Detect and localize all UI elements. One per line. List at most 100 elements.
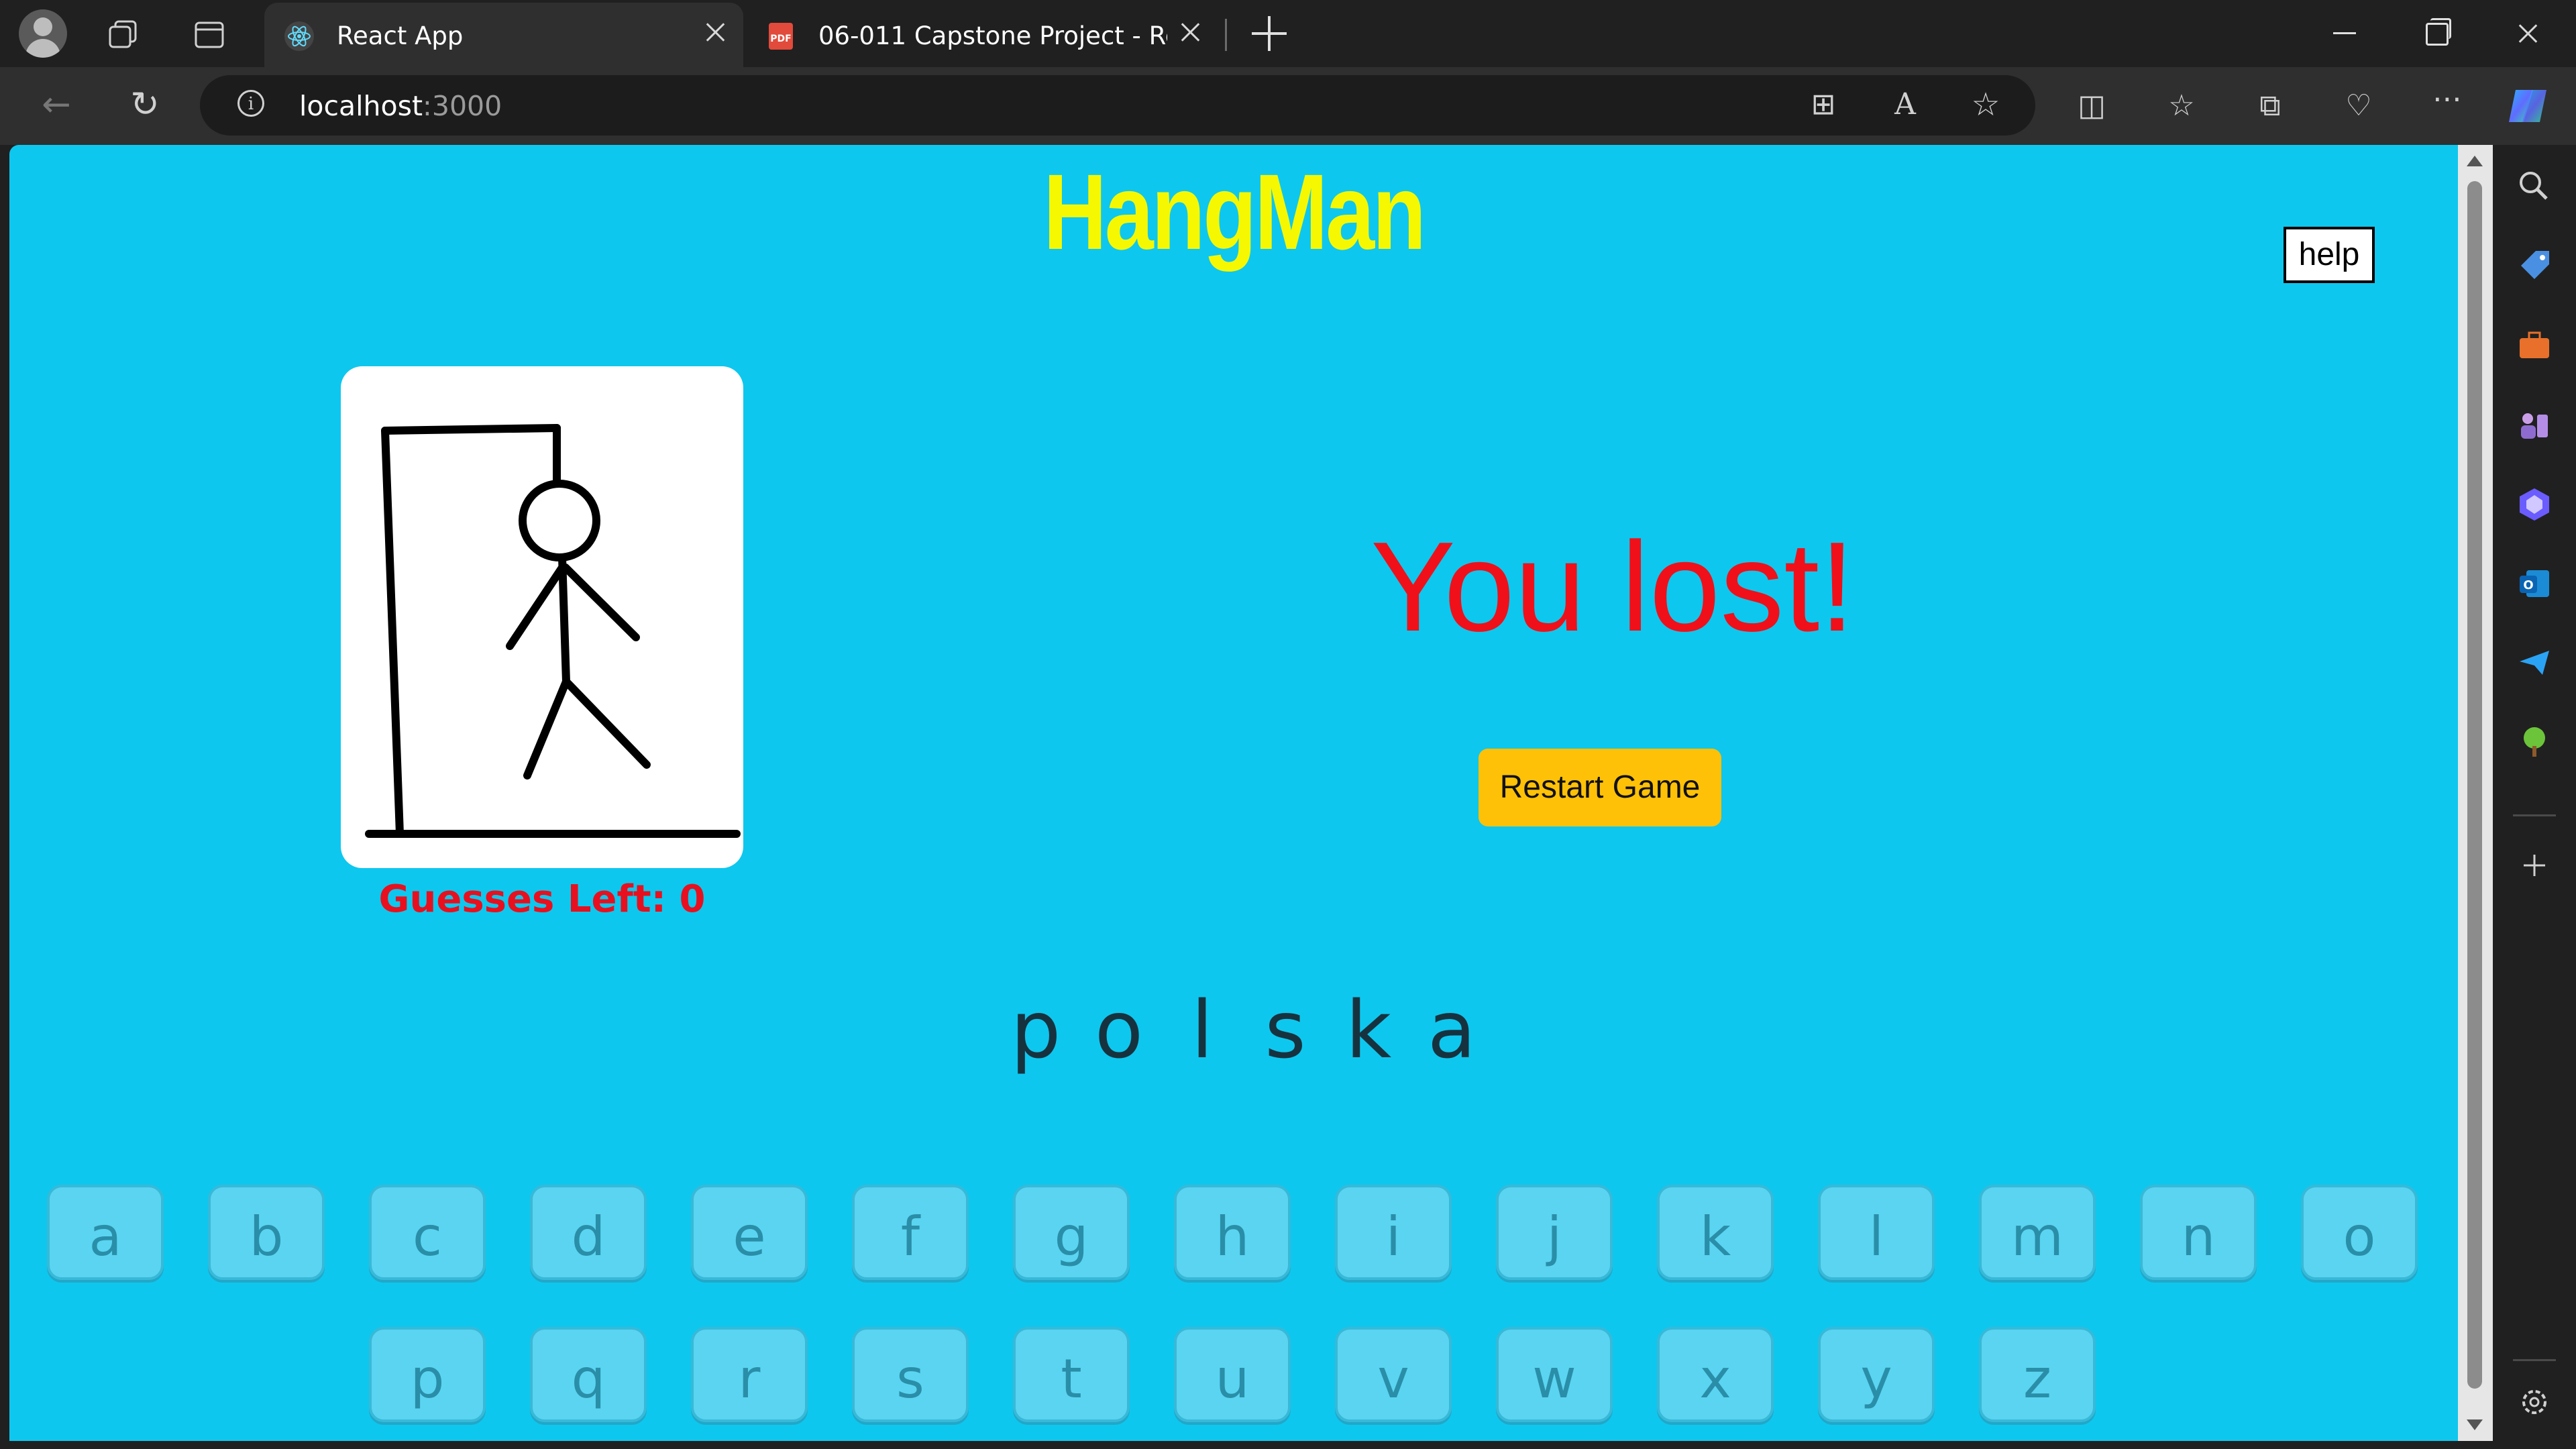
keyboard-row-2: p q r s t u v w x y z bbox=[369, 1327, 2096, 1422]
key-r[interactable]: r bbox=[691, 1327, 808, 1422]
key-o[interactable]: o bbox=[2301, 1185, 2418, 1280]
key-h[interactable]: h bbox=[1174, 1185, 1291, 1280]
page-scrollbar[interactable] bbox=[2458, 145, 2493, 1441]
key-t[interactable]: t bbox=[1013, 1327, 1130, 1422]
add-icon[interactable] bbox=[2516, 847, 2553, 884]
copilot-sidebar-icon[interactable] bbox=[2516, 486, 2553, 523]
key-f[interactable]: f bbox=[852, 1185, 969, 1280]
games-icon[interactable] bbox=[2516, 407, 2553, 444]
sidebar-divider bbox=[2513, 1359, 2556, 1361]
left-arm bbox=[506, 564, 566, 650]
key-w[interactable]: w bbox=[1496, 1327, 1613, 1422]
site-info-icon[interactable]: i bbox=[237, 90, 264, 117]
address-bar[interactable]: i localhost:3000 ⊞ A ☆ bbox=[200, 75, 2035, 136]
react-icon bbox=[283, 20, 315, 52]
key-g[interactable]: g bbox=[1013, 1185, 1130, 1280]
head bbox=[519, 480, 600, 561]
key-v[interactable]: v bbox=[1335, 1327, 1452, 1422]
tab-actions-icon[interactable] bbox=[192, 17, 227, 52]
edge-sidebar: O bbox=[2493, 145, 2576, 1449]
key-m[interactable]: m bbox=[1979, 1185, 2096, 1280]
read-aloud-icon[interactable]: A bbox=[1884, 87, 1927, 122]
game-result: You lost! bbox=[1371, 516, 1855, 658]
back-icon[interactable]: ← bbox=[35, 87, 78, 122]
tab-strip: React App PDF 06-011 Capstone Project - … bbox=[0, 0, 2576, 67]
scroll-up-icon[interactable] bbox=[2467, 156, 2483, 166]
navigation-bar: ← ↻ i localhost:3000 ⊞ A ☆ ◫ ☆ ⧉ ♡ ⋯ bbox=[0, 67, 2576, 145]
outlook-icon[interactable]: O bbox=[2516, 565, 2553, 602]
key-e[interactable]: e bbox=[691, 1185, 808, 1280]
split-screen-icon[interactable]: ◫ bbox=[2070, 89, 2113, 123]
workspaces-icon[interactable] bbox=[106, 17, 141, 52]
settings-icon[interactable] bbox=[2516, 1383, 2553, 1421]
key-l[interactable]: l bbox=[1818, 1185, 1935, 1280]
body bbox=[558, 553, 570, 686]
window-close-icon[interactable] bbox=[2514, 20, 2541, 47]
sidebar-divider bbox=[2513, 814, 2556, 816]
minimize-icon[interactable] bbox=[2333, 32, 2356, 34]
tab-separator bbox=[1225, 19, 1227, 51]
word-letter: o bbox=[1094, 983, 1144, 1076]
key-i[interactable]: i bbox=[1335, 1185, 1452, 1280]
tab-react-app[interactable]: React App bbox=[264, 3, 743, 67]
key-z[interactable]: z bbox=[1979, 1327, 2096, 1422]
svg-text:O: O bbox=[2523, 578, 2533, 592]
gallows-beam bbox=[381, 424, 561, 435]
search-icon[interactable] bbox=[2516, 168, 2553, 205]
favorites-icon[interactable]: ☆ bbox=[2160, 89, 2203, 123]
key-p[interactable]: p bbox=[369, 1327, 486, 1422]
key-k[interactable]: k bbox=[1657, 1185, 1774, 1280]
page-title: HangMan bbox=[1043, 152, 1426, 272]
key-c[interactable]: c bbox=[369, 1185, 486, 1280]
key-b[interactable]: b bbox=[208, 1185, 325, 1280]
word-display: p o l s k a bbox=[1002, 983, 1485, 1076]
help-button[interactable]: help bbox=[2284, 227, 2375, 283]
refresh-icon[interactable]: ↻ bbox=[123, 87, 166, 122]
tab-title: 06-011 Capstone Project - React bbox=[818, 21, 1167, 50]
tag-icon[interactable] bbox=[2516, 247, 2553, 284]
tree-icon[interactable] bbox=[2516, 723, 2553, 761]
profile-avatar[interactable] bbox=[19, 9, 67, 58]
key-s[interactable]: s bbox=[852, 1327, 969, 1422]
word-letter: p bbox=[1010, 983, 1061, 1076]
restart-game-button[interactable]: Restart Game bbox=[1479, 749, 1721, 826]
close-tab-icon[interactable] bbox=[702, 19, 729, 46]
tab-title: React App bbox=[337, 21, 464, 50]
key-y[interactable]: y bbox=[1818, 1327, 1935, 1422]
restore-icon[interactable] bbox=[2426, 18, 2451, 46]
more-menu-icon[interactable]: ⋯ bbox=[2426, 82, 2469, 117]
tab-capstone-pdf[interactable]: PDF 06-011 Capstone Project - React bbox=[750, 3, 1220, 67]
hangman-drawing bbox=[341, 366, 743, 868]
scroll-thumb[interactable] bbox=[2467, 181, 2482, 1389]
app-available-icon[interactable]: ⊞ bbox=[1802, 87, 1845, 122]
word-letter: l bbox=[1191, 983, 1214, 1076]
close-tab-icon[interactable] bbox=[1177, 19, 1203, 46]
key-d[interactable]: d bbox=[530, 1185, 647, 1280]
word-letter: s bbox=[1265, 983, 1306, 1076]
key-j[interactable]: j bbox=[1496, 1185, 1613, 1280]
left-leg bbox=[523, 678, 570, 780]
key-q[interactable]: q bbox=[530, 1327, 647, 1422]
key-a[interactable]: a bbox=[47, 1185, 164, 1280]
word-letter: k bbox=[1345, 983, 1392, 1076]
keyboard-row-1: a b c d e f g h i j k l m n o bbox=[47, 1185, 2418, 1280]
collections-icon[interactable]: ⧉ bbox=[2249, 89, 2292, 123]
scroll-down-icon[interactable] bbox=[2467, 1419, 2483, 1430]
favorite-star-icon[interactable]: ☆ bbox=[1964, 87, 2007, 122]
new-tab-icon[interactable] bbox=[1252, 16, 1287, 51]
game-page: HangMan help Guesses Left: 0 You lost! R… bbox=[9, 145, 2458, 1441]
browser-essentials-icon[interactable]: ♡ bbox=[2337, 89, 2380, 123]
key-x[interactable]: x bbox=[1657, 1327, 1774, 1422]
key-u[interactable]: u bbox=[1174, 1327, 1291, 1422]
gallows-post bbox=[381, 427, 404, 838]
pdf-icon: PDF bbox=[766, 21, 796, 51]
word-letter: a bbox=[1427, 983, 1477, 1076]
svg-text:PDF: PDF bbox=[770, 34, 791, 44]
send-icon[interactable] bbox=[2516, 644, 2553, 682]
copilot-icon[interactable] bbox=[2506, 86, 2549, 126]
briefcase-icon[interactable] bbox=[2516, 327, 2553, 365]
key-n[interactable]: n bbox=[2140, 1185, 2257, 1280]
right-arm bbox=[561, 564, 640, 641]
guesses-left: Guesses Left: 0 bbox=[378, 877, 706, 921]
url-text[interactable]: localhost:3000 bbox=[299, 90, 502, 122]
